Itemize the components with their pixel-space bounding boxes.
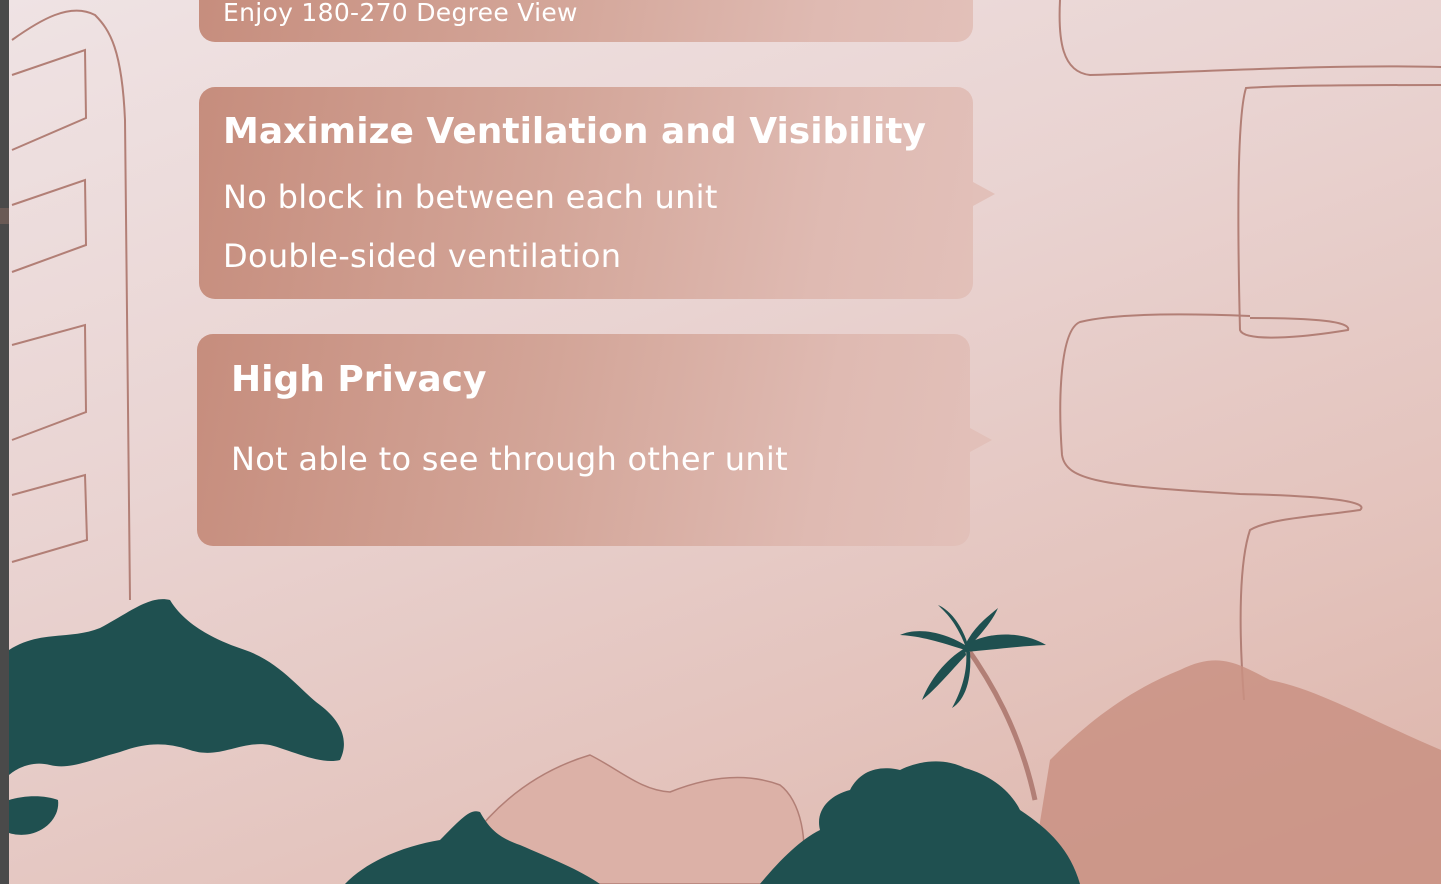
card-text: No block in between each unit [223, 178, 718, 216]
callout-pointer [973, 182, 995, 206]
card-text: Double-sided ventilation [223, 237, 622, 275]
feature-card-ventilation: Maximize Ventilation and Visibility No b… [199, 87, 995, 299]
card-title: Maximize Ventilation and Visibility [223, 111, 927, 152]
feature-card-view: Enjoy 180-270 Degree View [199, 0, 973, 42]
card-text: Enjoy 180-270 Degree View [223, 0, 578, 27]
building-outline-art [11, 9, 131, 601]
card-title: High Privacy [231, 359, 487, 400]
feature-card-privacy: High Privacy Not able to see through oth… [197, 334, 992, 546]
road-outline-art [1058, 0, 1441, 701]
callout-pointer [970, 428, 992, 452]
card-text: Not able to see through other unit [231, 440, 788, 478]
